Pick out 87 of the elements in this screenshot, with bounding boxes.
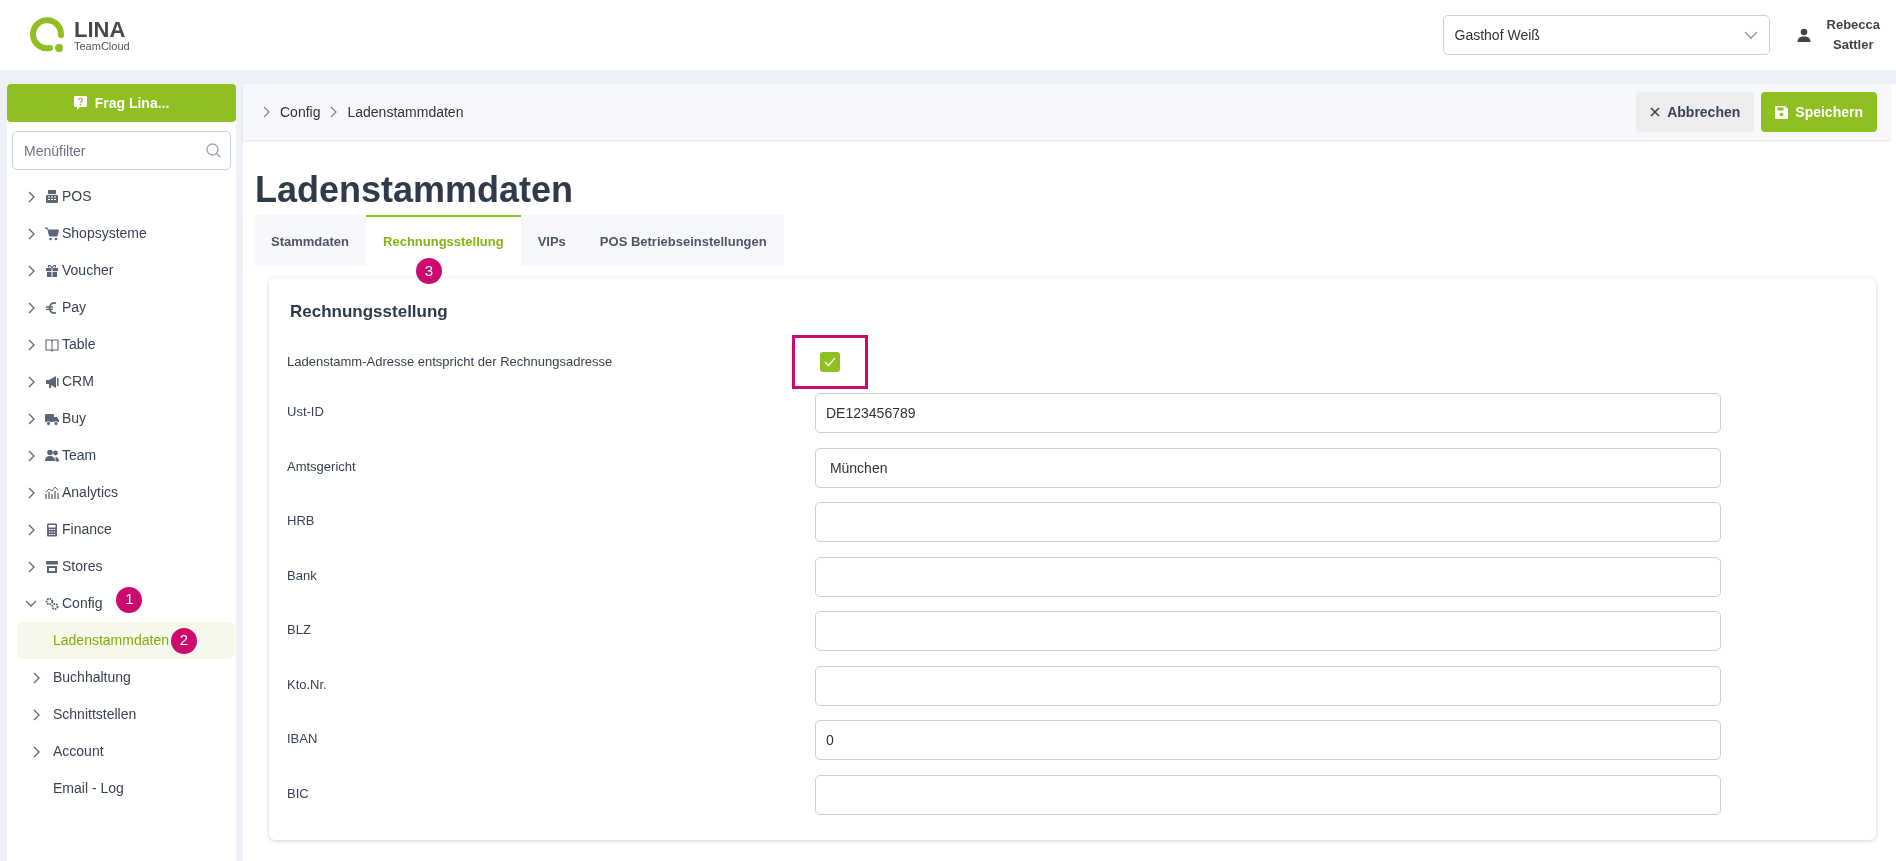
gears-icon: [45, 596, 59, 611]
menu-item[interactable]: Buy: [62, 408, 87, 429]
user-first-name: Rebecca: [1826, 16, 1880, 34]
menu-item[interactable]: Voucher: [62, 260, 114, 281]
menu-item[interactable]: Finance: [62, 519, 112, 540]
store-icon: [45, 559, 59, 574]
step-badge: 1: [116, 586, 143, 613]
calculator-icon: [45, 522, 59, 537]
search-icon: [206, 143, 221, 158]
chevron-down-icon: [1743, 31, 1758, 39]
step-badge: 2: [170, 627, 197, 654]
breadcrumb-link[interactable]: Config: [280, 101, 321, 123]
field-label: HRB: [287, 512, 316, 530]
users-icon: [45, 448, 59, 463]
menu-item[interactable]: Analytics: [62, 482, 119, 503]
text-field[interactable]: [815, 556, 1721, 597]
chevron-right-icon[interactable]: [27, 301, 35, 314]
tab[interactable]: POS Betriebseinstellungen: [582, 215, 784, 266]
chevron-right-icon[interactable]: [27, 523, 35, 536]
chevron-right-icon: [263, 106, 270, 118]
close-icon: [1650, 107, 1661, 117]
text-field[interactable]: [815, 502, 1721, 542]
tab[interactable]: VIPs: [520, 215, 583, 266]
field-label: BIC: [287, 784, 310, 803]
menu-item[interactable]: Config: [62, 593, 103, 614]
field-label: BLZ: [287, 621, 312, 639]
euro-icon: [45, 300, 59, 315]
menu-item[interactable]: Pay: [62, 297, 87, 318]
menu-filter-field[interactable]: Menüfilter: [12, 131, 231, 170]
user-icon[interactable]: [1796, 28, 1811, 42]
menu-item[interactable]: Table: [62, 334, 96, 355]
book-icon: [45, 337, 59, 352]
logo-name: LINA: [74, 18, 127, 41]
user-last-name: Sattler: [1833, 36, 1874, 54]
chevron-right-icon[interactable]: [27, 375, 35, 388]
text-field[interactable]: [815, 611, 1721, 651]
store-select[interactable]: Gasthof Weiß: [1442, 15, 1770, 55]
menu-item[interactable]: Account: [53, 741, 104, 762]
save-icon: [1775, 105, 1789, 119]
chevron-right-icon[interactable]: [32, 745, 40, 758]
register-icon: [45, 189, 59, 204]
tab[interactable]: Stammdaten: [254, 215, 367, 266]
menu-item[interactable]: CRM: [62, 371, 94, 392]
chevron-right-icon[interactable]: [27, 412, 35, 425]
chevron-right-icon[interactable]: [32, 671, 40, 684]
chevron-right-icon[interactable]: [27, 449, 35, 462]
chevron-right-icon[interactable]: [27, 486, 35, 499]
field-label: Ladenstamm-Adresse entspricht der Rechnungsadresse: [287, 353, 614, 372]
text-field[interactable]: 0: [815, 720, 1721, 760]
menu-item[interactable]: Schnittstellen: [53, 704, 137, 725]
truck-icon: [45, 411, 59, 426]
chart-icon: [45, 485, 59, 500]
text-field[interactable]: DE123456789: [815, 393, 1721, 433]
check-icon: [824, 357, 836, 367]
text-field[interactable]: [815, 774, 1721, 815]
chevron-down-icon[interactable]: [25, 600, 37, 607]
field-label: IBAN: [287, 730, 319, 748]
gift-icon: [45, 263, 59, 278]
cancel-button[interactable]: Abbrechen: [1636, 92, 1755, 132]
menu-item[interactable]: Stores: [62, 556, 103, 577]
menu-item[interactable]: Shopsysteme: [62, 223, 147, 244]
field-label: Bank: [287, 566, 318, 585]
field-label: Kto.Nr.: [287, 675, 328, 694]
chevron-right-icon[interactable]: [32, 708, 40, 721]
breadcrumb-link[interactable]: Ladenstammdaten: [347, 101, 464, 123]
chevron-right-icon[interactable]: [27, 227, 35, 240]
speech-bubble-icon: [73, 96, 87, 110]
field-label: Amtsgericht: [287, 457, 357, 476]
menu-item[interactable]: Buchhaltung: [53, 667, 131, 688]
menu-item[interactable]: POS: [62, 186, 92, 207]
page-title: Ladenstammdaten: [255, 169, 575, 211]
checkbox[interactable]: [820, 352, 840, 372]
menu-item[interactable]: Team: [62, 445, 97, 466]
text-field[interactable]: München: [815, 447, 1721, 488]
section-title: Rechnungsstellung: [290, 301, 449, 323]
chevron-right-icon[interactable]: [27, 190, 35, 203]
logo-subtitle: TeamCloud: [74, 40, 130, 52]
megaphone-icon: [45, 374, 59, 389]
chevron-right-icon[interactable]: [27, 338, 35, 351]
menu-item[interactable]: Email - Log: [53, 778, 124, 799]
chevron-right-icon: [330, 106, 338, 118]
chevron-right-icon[interactable]: [27, 560, 35, 573]
chevron-right-icon[interactable]: [27, 264, 35, 277]
cart-icon: [45, 226, 59, 241]
logo-icon: [28, 15, 66, 55]
field-label: Ust-ID: [287, 403, 325, 421]
text-field[interactable]: [815, 665, 1721, 706]
